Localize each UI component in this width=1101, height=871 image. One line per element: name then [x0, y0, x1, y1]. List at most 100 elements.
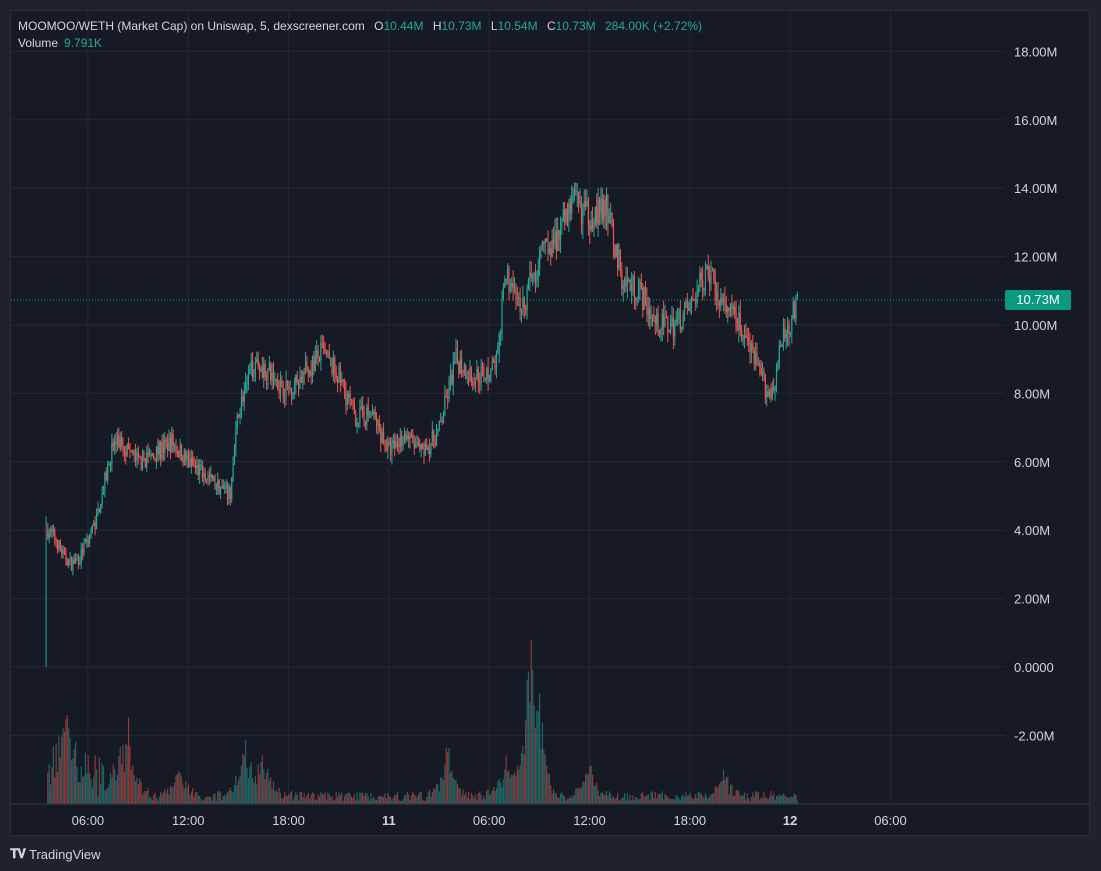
candle-body	[132, 451, 134, 454]
volume-bar	[665, 795, 668, 804]
candle-body	[710, 270, 712, 284]
candle-body	[279, 379, 282, 393]
volume-label: Volume	[18, 36, 59, 50]
candle-body	[554, 231, 556, 244]
volume-bar	[391, 800, 393, 804]
candle-body	[610, 213, 612, 216]
candle-body	[376, 417, 378, 426]
volume-bar	[82, 776, 84, 804]
candle-body	[472, 381, 474, 383]
volume-bar	[409, 799, 411, 804]
candle-body	[440, 421, 442, 423]
volume-bar	[678, 797, 680, 804]
volume-bar	[105, 789, 107, 804]
volume-bar	[289, 792, 291, 804]
volume-bar	[180, 776, 183, 804]
candle-body	[284, 396, 286, 398]
candle-body	[218, 480, 220, 495]
candle-body	[469, 368, 471, 381]
open-value: 10.44M	[383, 19, 424, 33]
candle-body	[548, 248, 550, 253]
candle-body	[320, 343, 322, 362]
volume-bar	[685, 792, 687, 804]
volume-bar	[710, 794, 712, 804]
volume-bar	[603, 794, 605, 804]
volume-bar	[474, 794, 477, 804]
candle-body	[323, 344, 325, 349]
volume-bar	[297, 800, 300, 804]
volume-bar	[675, 794, 677, 804]
candle-body	[210, 474, 212, 477]
candle-body	[582, 207, 584, 224]
candle-body	[343, 382, 346, 392]
candle-body	[651, 314, 654, 317]
volume-bar	[55, 743, 57, 804]
candle-body	[690, 297, 693, 303]
volume-bar	[313, 793, 315, 804]
volume-bar	[590, 765, 592, 804]
candle-body	[500, 332, 502, 334]
candle-body	[557, 229, 559, 251]
candle-body	[792, 301, 794, 319]
volume-bar	[284, 792, 286, 804]
volume-bar	[463, 794, 465, 804]
candle-body	[445, 395, 447, 398]
volume-bar	[98, 757, 100, 804]
y-tick-label: 2.00M	[1014, 592, 1050, 607]
candle-body	[707, 266, 709, 277]
volume-bar	[431, 791, 433, 804]
volume-bar	[247, 777, 250, 804]
volume-bar	[490, 794, 492, 804]
volume-bar	[739, 796, 741, 804]
volume-bar	[324, 792, 326, 804]
candle-body	[722, 298, 725, 303]
candle-body	[757, 363, 759, 366]
volume-bar	[495, 788, 498, 804]
candle-body	[391, 442, 393, 456]
candle-body	[505, 279, 507, 281]
candle-body	[225, 484, 227, 488]
candle-body	[196, 465, 198, 468]
volume-bar	[119, 746, 121, 804]
volume-bar	[147, 788, 149, 804]
candle-body	[642, 287, 644, 310]
volume-bar	[462, 789, 464, 804]
volume-bar	[483, 795, 485, 804]
volume-bar	[346, 794, 348, 804]
candle-body	[403, 433, 406, 445]
volume-bar	[682, 794, 684, 804]
candle-body	[760, 367, 762, 375]
candle-body	[685, 301, 687, 307]
chart-canvas[interactable]: 18.00M 16.00M 14.00M 12.00M 10.00M 8.00M 6.00M…	[0, 0, 1101, 871]
candle-body	[107, 465, 109, 480]
volume-bar	[754, 791, 757, 804]
volume-bar	[109, 772, 112, 804]
volume-bar	[63, 731, 66, 804]
candle-body	[639, 281, 641, 289]
candle-body	[433, 430, 435, 441]
volume-bar	[342, 800, 344, 804]
candle-body	[291, 388, 293, 398]
candle-body	[477, 368, 479, 383]
volume-bar	[527, 671, 530, 804]
candle-body	[435, 432, 438, 446]
volume-bar	[454, 779, 456, 804]
candle-body	[95, 515, 98, 530]
volume-bar	[624, 793, 626, 804]
volume-bar	[626, 792, 629, 804]
candle-body	[568, 202, 570, 220]
volume-bar	[605, 790, 608, 804]
candle-body	[476, 368, 478, 380]
volume-bar	[95, 769, 98, 804]
volume-bar	[61, 736, 63, 804]
candle-body	[211, 474, 213, 480]
candle-body	[369, 414, 371, 416]
volume-bar	[256, 784, 258, 804]
candle-body	[175, 445, 177, 452]
candle-body	[150, 453, 152, 456]
volume-bar	[201, 800, 204, 804]
volume-bar	[380, 796, 382, 804]
footer-brand[interactable]: 𝐓𝐕 TradingView	[10, 845, 101, 863]
volume-bar	[458, 787, 460, 804]
candle-body	[318, 357, 321, 362]
